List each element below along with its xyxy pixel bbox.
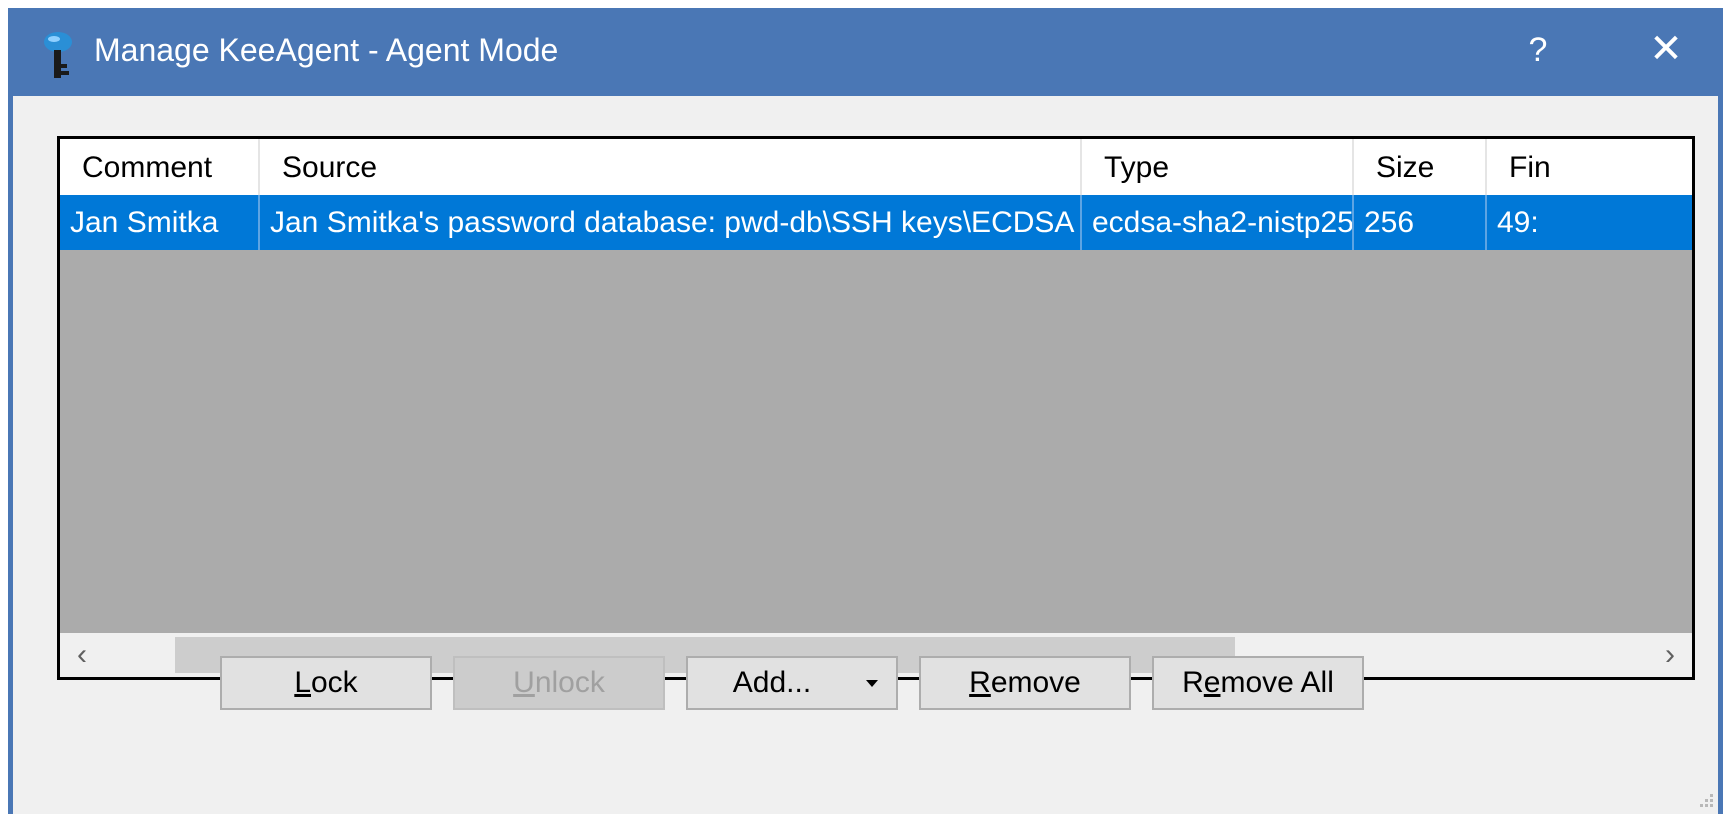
help-button[interactable]: ? [1508,20,1568,80]
table-row[interactable]: Jan Smitka Jan Smitka's password databas… [60,195,1692,250]
remove-all-prefix: R [1182,666,1204,699]
cell-type: ecdsa-sha2-nistp256 [1082,195,1354,250]
column-header-size[interactable]: Size [1354,139,1487,195]
cell-fingerprint: 49: [1497,206,1539,239]
lock-mnemonic: L [294,666,311,699]
dropdown-arrow-icon[interactable] [866,680,878,687]
lock-label: ock [311,666,358,699]
column-header-source[interactable]: Source [260,139,1082,195]
column-header-type[interactable]: Type [1082,139,1354,195]
column-header-fingerprint[interactable]: Fin [1487,139,1692,195]
remove-button[interactable]: Remove [919,656,1131,710]
lock-button[interactable]: Lock [220,656,432,710]
add-button[interactable]: Add... [686,656,898,710]
cell-size: 256 [1354,195,1487,250]
add-label: Add... [732,666,812,699]
resize-grip-icon[interactable] [1694,790,1714,810]
list-header: Comment Source Type Size Fin [60,139,1692,195]
remove-mnemonic: R [969,666,991,699]
remove-all-button[interactable]: Remove All [1152,656,1364,710]
window-title: Manage KeeAgent - Agent Mode [94,32,559,68]
keeagent-dialog: Manage KeeAgent - Agent Mode ? ✕ Comment… [8,8,1723,814]
cell-source: Jan Smitka's password database: pwd-db\S… [260,195,1082,250]
unlock-mnemonic: U [513,666,535,699]
remove-all-mnemonic: e [1203,666,1221,699]
unlock-button[interactable]: Unlock [453,656,665,710]
remove-label: emove [990,666,1081,699]
unlock-label: nlock [534,666,605,699]
title-bar[interactable]: Manage KeeAgent - Agent Mode ? ✕ [8,8,1723,96]
cell-comment: Jan Smitka [60,195,260,250]
dialog-body: Comment Source Type Size Fin Jan Smitka … [13,96,1718,814]
keeagent-key-icon [44,32,72,78]
keys-list-view[interactable]: Comment Source Type Size Fin Jan Smitka … [57,136,1695,680]
scroll-left-icon[interactable]: ‹ [60,633,104,677]
scroll-right-icon[interactable]: › [1648,633,1692,677]
remove-all-label: move All [1220,666,1334,699]
close-button[interactable]: ✕ [1636,20,1696,80]
column-header-comment[interactable]: Comment [60,139,260,195]
